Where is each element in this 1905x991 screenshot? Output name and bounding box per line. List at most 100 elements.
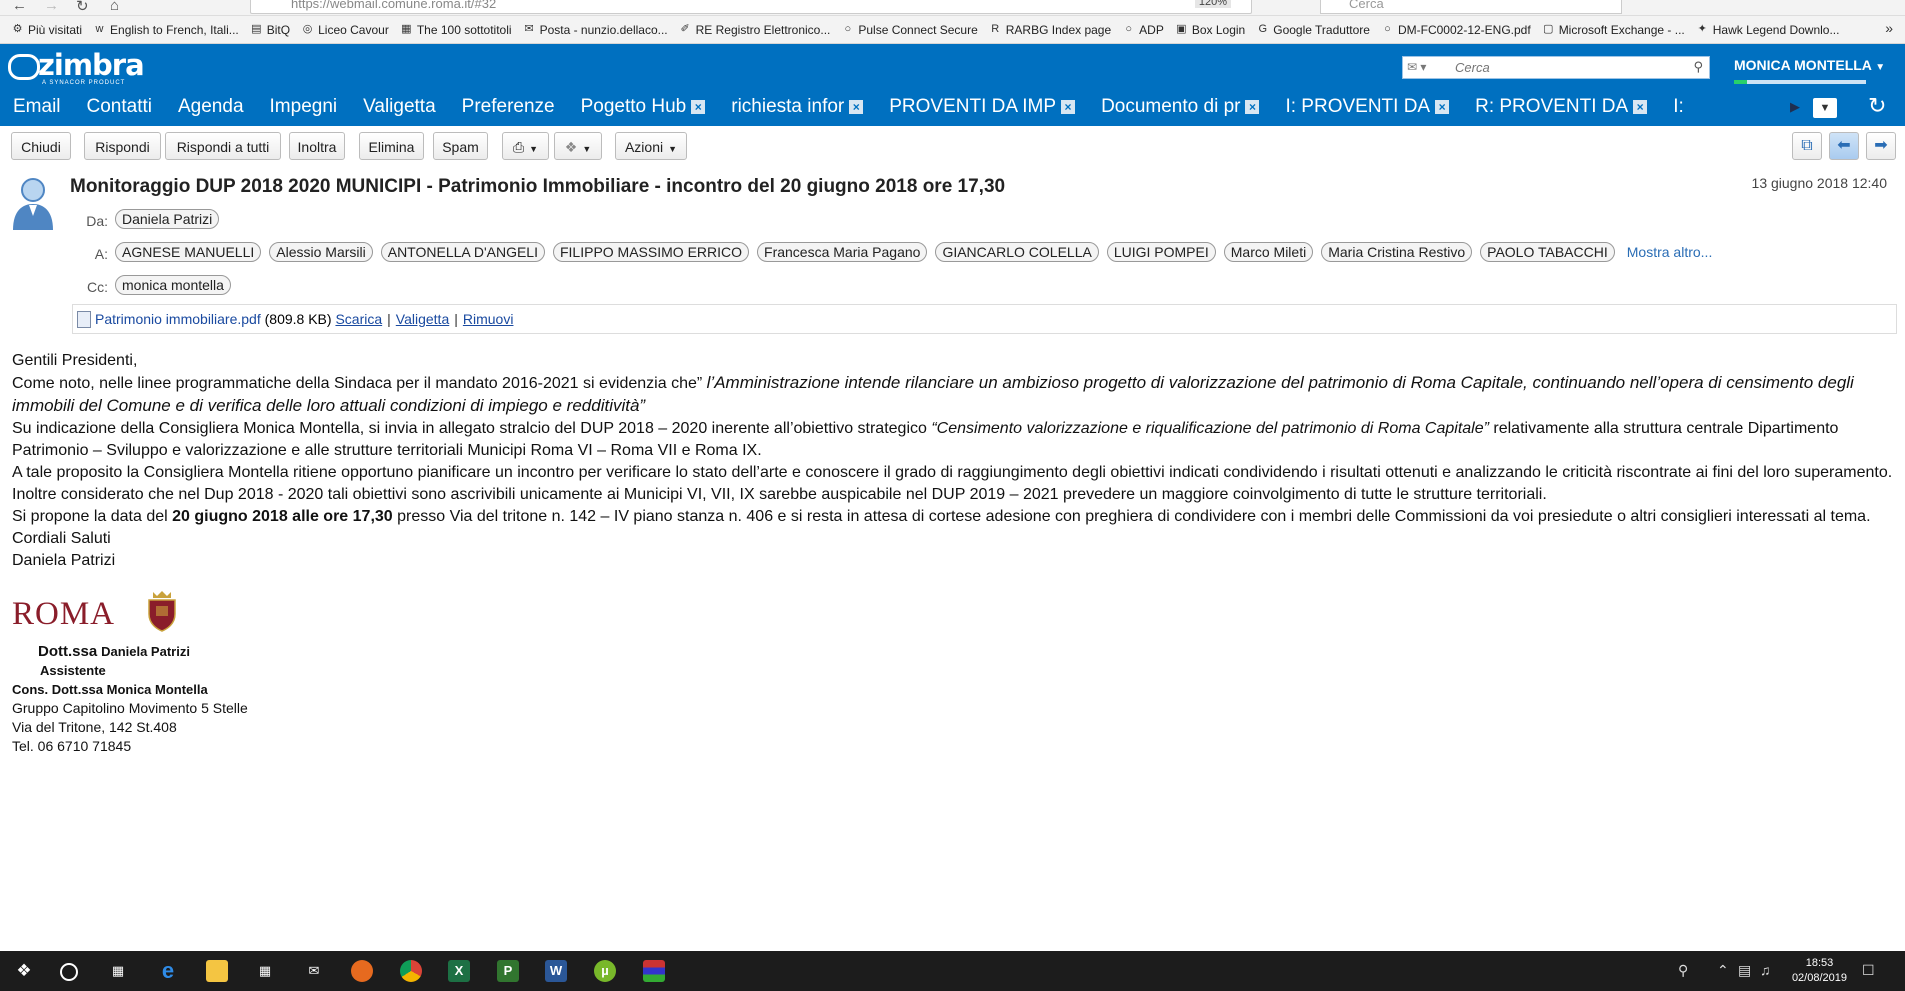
- recipient-chip[interactable]: Alessio Marsili: [269, 242, 373, 262]
- actions-button[interactable]: Azioni ▼: [615, 132, 687, 160]
- recipient-chip[interactable]: PAOLO TABACCHI: [1480, 242, 1615, 262]
- reply-button[interactable]: Rispondi: [84, 132, 161, 160]
- search-icon[interactable]: ⚲: [1693, 59, 1703, 75]
- cc-recipient-chip[interactable]: monica montella: [115, 275, 231, 295]
- tab-scroll-right-icon[interactable]: ▶: [1790, 99, 1800, 115]
- bookmark-item[interactable]: R RARBG Index page: [989, 23, 1111, 37]
- print-button[interactable]: ⎙ ▼: [502, 132, 549, 160]
- start-icon[interactable]: ❖: [13, 960, 35, 982]
- media-icon[interactable]: [643, 960, 665, 982]
- firefox-icon[interactable]: [351, 960, 373, 982]
- close-tab-icon[interactable]: ×: [1435, 100, 1450, 114]
- user-menu[interactable]: MONICA MONTELLA ▼: [1734, 57, 1885, 73]
- bookmark-item[interactable]: G Google Traduttore: [1256, 23, 1370, 37]
- briefcase-link[interactable]: Valigetta: [396, 311, 449, 327]
- zoom-indicator[interactable]: 120%: [1194, 0, 1231, 8]
- close-button[interactable]: Chiudi: [11, 132, 71, 160]
- tab-email[interactable]: Email: [0, 96, 74, 118]
- download-link[interactable]: Scarica: [335, 311, 382, 327]
- remove-link[interactable]: Rimuovi: [463, 311, 514, 327]
- mail-icon[interactable]: ✉: [303, 960, 325, 982]
- tab-r-proventi-da[interactable]: R: PROVENTI DA ×: [1462, 96, 1660, 118]
- close-tab-icon[interactable]: ×: [691, 100, 706, 114]
- next-message-button[interactable]: ➡: [1866, 132, 1896, 160]
- recipient-chip[interactable]: FILIPPO MASSIMO ERRICO: [552, 242, 750, 262]
- bookmark-item[interactable]: ○ ADP: [1122, 23, 1164, 37]
- tab-contatti[interactable]: Contatti: [74, 96, 165, 118]
- tab-impegni[interactable]: Impegni: [257, 96, 351, 118]
- clock[interactable]: 18:53 02/08/2019: [1792, 956, 1847, 986]
- tab-proventi-da-imp[interactable]: PROVENTI DA IMP ×: [876, 96, 1088, 118]
- excel-icon[interactable]: X: [448, 960, 470, 982]
- previous-message-button[interactable]: ⬅: [1829, 132, 1859, 160]
- project-icon[interactable]: P: [497, 960, 519, 982]
- refresh-icon[interactable]: ↻: [1868, 93, 1886, 119]
- bookmark-item[interactable]: ○ DM-FC0002-12-ENG.pdf: [1381, 23, 1531, 37]
- recipient-chip[interactable]: ANTONELLA D'ANGELI: [380, 242, 545, 262]
- recipient-chip[interactable]: Francesca Maria Pagano: [757, 242, 928, 262]
- attachment-name[interactable]: Patrimonio immobiliare.pdf: [95, 311, 261, 327]
- bookmark-item[interactable]: ▤ BitQ: [250, 23, 290, 37]
- hawk-icon: ✦: [1697, 23, 1707, 35]
- chrome-icon[interactable]: [400, 960, 422, 982]
- close-tab-icon[interactable]: ×: [1061, 100, 1076, 114]
- forward-icon[interactable]: →: [44, 0, 59, 14]
- close-tab-icon[interactable]: ×: [1245, 100, 1260, 114]
- recipient-chip[interactable]: LUIGI POMPEI: [1106, 242, 1216, 262]
- show-more-link[interactable]: Mostra altro...: [1627, 244, 1713, 260]
- file-explorer-icon[interactable]: [206, 960, 228, 982]
- detach-window-button[interactable]: ⧉: [1792, 132, 1822, 160]
- bookmarks-overflow-icon[interactable]: »: [1885, 20, 1893, 36]
- tab-preferenze[interactable]: Preferenze: [449, 96, 568, 118]
- bookmark-item[interactable]: ▦ The 100 sottotitoli: [400, 23, 511, 37]
- home-icon[interactable]: ⌂: [110, 0, 119, 14]
- delete-button[interactable]: Elimina: [359, 132, 424, 160]
- tag-button[interactable]: ❖ ▼: [554, 132, 602, 160]
- chevron-up-icon[interactable]: ⌃: [1717, 962, 1729, 979]
- bookmark-label: DM-FC0002-12-ENG.pdf: [1397, 22, 1531, 37]
- browser-search-input[interactable]: Cerca: [1320, 0, 1622, 14]
- recipient-chip[interactable]: Marco Mileti: [1223, 242, 1314, 262]
- store-icon[interactable]: ▦: [254, 960, 276, 982]
- bookmark-item[interactable]: ✐ RE Registro Elettronico...: [679, 23, 831, 37]
- bookmark-item[interactable]: w English to French, Itali...: [93, 23, 239, 37]
- bookmark-item[interactable]: ○ Pulse Connect Secure: [841, 23, 978, 37]
- tab-documento-di-pr[interactable]: Documento di pr ×: [1088, 96, 1272, 118]
- mail-search-input[interactable]: [1453, 58, 1677, 77]
- search-type-dropdown[interactable]: ✉ ▾: [1407, 60, 1426, 74]
- recipient-chip[interactable]: AGNESE MANUELLI: [115, 242, 262, 262]
- tab-richiesta-infor[interactable]: richiesta infor ×: [718, 96, 876, 118]
- tab-agenda[interactable]: Agenda: [165, 96, 257, 118]
- reply-all-button[interactable]: Rispondi a tutti: [165, 132, 281, 160]
- spam-button[interactable]: Spam: [433, 132, 488, 160]
- back-icon[interactable]: ←: [12, 0, 27, 14]
- notifications-icon[interactable]: ☐: [1862, 962, 1875, 979]
- bookmark-item[interactable]: ▢ Microsoft Exchange - ...: [1542, 23, 1685, 37]
- tab-pogetto-hub[interactable]: Pogetto Hub ×: [568, 96, 719, 118]
- tab-list-dropdown[interactable]: ▼: [1813, 98, 1837, 118]
- bookmark-item[interactable]: ✉ Posta - nunzio.dellaco...: [523, 23, 667, 37]
- volume-icon[interactable]: ♫: [1760, 962, 1771, 978]
- tab-i-proventi-da[interactable]: I: PROVENTI DA ×: [1272, 96, 1462, 118]
- cortana-icon[interactable]: [60, 963, 78, 981]
- recipient-chip[interactable]: GIANCARLO COLELLA: [935, 242, 1099, 262]
- word-icon[interactable]: W: [545, 960, 567, 982]
- people-icon[interactable]: ⚲: [1678, 962, 1688, 979]
- address-bar[interactable]: https://webmail.comune.roma.it/#32 120%: [250, 0, 1252, 14]
- reload-icon[interactable]: ↻: [76, 0, 89, 15]
- bookmark-item[interactable]: ▣ Box Login: [1175, 23, 1245, 37]
- task-view-icon[interactable]: ▦: [107, 960, 129, 982]
- utorrent-icon[interactable]: µ: [594, 960, 616, 982]
- edge-icon[interactable]: e: [157, 960, 179, 982]
- bookmark-item[interactable]: ◎ Liceo Cavour: [301, 23, 389, 37]
- recipient-chip[interactable]: Maria Cristina Restivo: [1321, 242, 1473, 262]
- sender-chip[interactable]: Daniela Patrizi: [115, 209, 220, 229]
- forward-button[interactable]: Inoltra: [289, 132, 345, 160]
- bookmark-item[interactable]: ⚙ Più visitati: [11, 23, 82, 37]
- close-tab-icon[interactable]: ×: [1633, 100, 1648, 114]
- close-tab-icon[interactable]: ×: [849, 100, 864, 114]
- tab-valigetta[interactable]: Valigetta: [350, 96, 449, 118]
- network-icon[interactable]: ▤: [1738, 962, 1751, 979]
- bookmark-item[interactable]: ✦ Hawk Legend Downlo...: [1696, 23, 1840, 37]
- tab-i[interactable]: I:: [1660, 96, 1697, 118]
